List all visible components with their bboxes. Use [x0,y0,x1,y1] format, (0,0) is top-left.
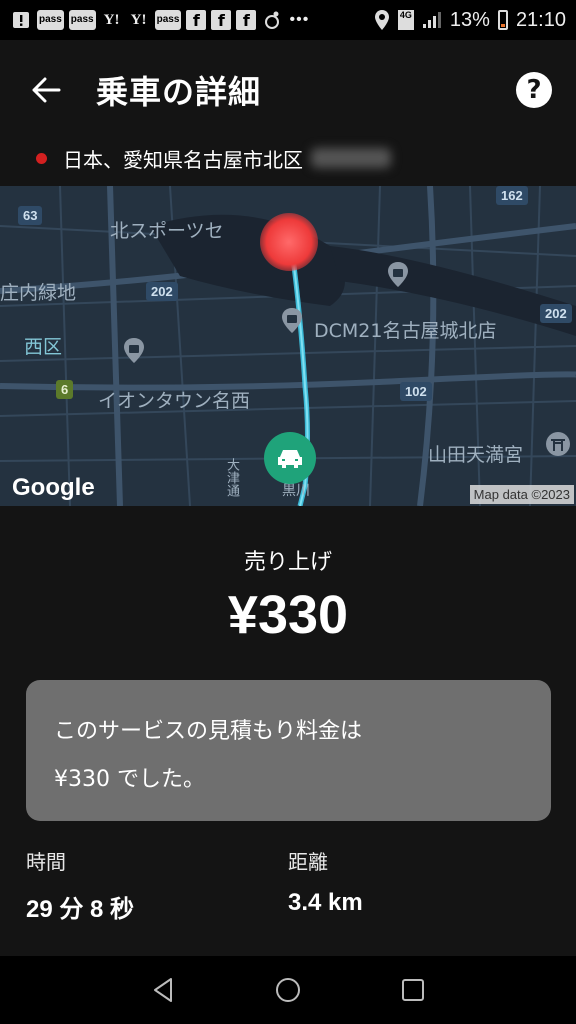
yahoo-icon: Y! [130,11,147,28]
nav-recents-button[interactable] [393,970,433,1010]
notice-line-1: このサービスの見積もり料金は [54,719,363,744]
fare-estimate-notice: このサービスの見積もり料金は ¥330 でした。 [26,680,551,821]
clock: 21:10 [515,8,566,31]
map-label: 北スポーツセ [110,220,224,242]
status-bar: pass pass Y! Y! pass f f f ••• 4G 13% 21… [0,0,576,40]
google-logo: Google [12,474,95,501]
pass-app-icon: pass [37,10,64,30]
map-label: 庄内緑地 [0,282,77,304]
map-label: 大津通 [224,458,239,497]
location-address: 日本、愛知県名古屋市北区 [63,147,303,172]
pickup-location: 日本、愛知県名古屋市北区 [36,138,391,178]
map-label: イオンタウン名西 [98,390,251,412]
shopping-pin-icon [282,308,302,333]
earnings-label: 売り上げ [243,550,332,575]
system-icons: 4G 13% 21:10 [374,9,566,32]
map-label: DCM21名古屋城北店 [314,320,497,342]
duration-value: 29 分 8 秒 [26,896,135,923]
header: 乗車の詳細 ? [0,40,576,140]
square-recents-icon [402,979,425,1001]
route-shield: 162 [496,186,528,205]
notice-line-2: ¥330 でした。 [54,767,205,792]
help-button[interactable]: ? [516,72,552,108]
pickup-marker-icon [260,213,318,271]
back-arrow-icon [32,77,61,103]
nav-home-button[interactable] [268,970,308,1010]
triangle-back-icon [153,978,172,1002]
alert-icon [10,9,32,31]
route-shield: 6 [56,380,74,399]
facebook-icon: f [211,10,232,30]
network-type-icon: 4G [397,10,414,30]
shopping-pin-icon [124,338,144,363]
app-icon [261,9,283,31]
earnings-value: ¥330 [227,585,349,645]
car-marker-icon [264,432,316,484]
back-button[interactable] [24,68,68,112]
location-icon [374,10,389,30]
notification-icons: pass pass Y! Y! pass f f f ••• [10,0,310,40]
nav-back-button[interactable] [143,970,183,1010]
question-icon: ? [526,75,542,105]
pass-app-icon: pass [68,10,96,30]
facebook-icon: f [236,10,257,30]
distance-label: 距離 [288,850,328,874]
trip-map[interactable]: 北スポーツセ 庄内緑地 西区 DCM21名古屋城北店 イオンタウン名西 山田天満… [0,186,576,506]
route-shield: 202 [540,304,572,323]
facebook-icon: f [186,10,207,30]
redacted-address [311,148,391,168]
battery-icon [497,10,508,30]
duration-label: 時間 [26,850,66,874]
map-attribution[interactable]: Map data ©2023 [469,485,574,504]
yahoo-icon: Y! [103,11,120,28]
route-shield: 202 [146,282,178,301]
circle-home-icon [275,978,300,1002]
signal-icon [422,12,441,28]
trip-distance: 距離 3.4 km [288,846,363,917]
system-nav-bar [0,956,576,1024]
route-shield: 63 [18,206,43,225]
shrine-pin-icon [546,432,570,456]
page-title: 乗車の詳細 [96,73,262,111]
battery-percent: 13% [449,8,490,31]
more-notifications-icon: ••• [289,11,310,28]
map-label: 西区 [24,336,63,358]
pass-app-icon: pass [154,10,182,30]
route-shield: 102 [400,382,432,401]
trip-duration: 時間 29 分 8 秒 [26,846,134,924]
location-dot-icon [36,152,47,164]
map-label: 山田天満宮 [428,444,524,466]
distance-value: 3.4 km [288,889,363,916]
shopping-pin-icon [388,262,408,287]
